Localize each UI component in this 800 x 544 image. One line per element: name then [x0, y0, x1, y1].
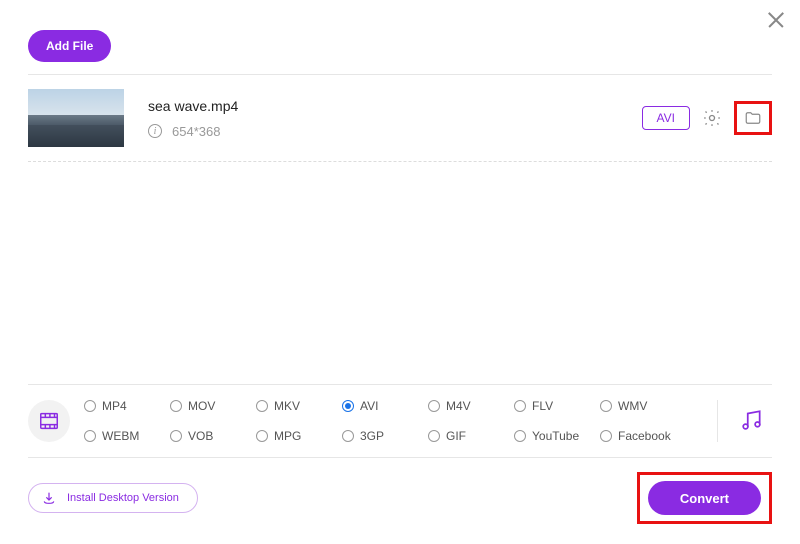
radio-icon — [170, 430, 182, 442]
music-icon[interactable] — [738, 407, 766, 435]
format-label: VOB — [188, 429, 213, 443]
format-label: M4V — [446, 399, 471, 413]
radio-icon — [600, 400, 612, 412]
radio-icon — [170, 400, 182, 412]
format-option-facebook[interactable]: Facebook — [600, 429, 686, 443]
format-option-flv[interactable]: FLV — [514, 399, 600, 413]
radio-icon — [514, 430, 526, 442]
radio-icon — [342, 430, 354, 442]
radio-icon — [256, 400, 268, 412]
radio-icon — [600, 430, 612, 442]
film-icon[interactable] — [28, 400, 70, 442]
file-name: sea wave.mp4 — [148, 98, 642, 114]
format-panel: MP4 MOV MKV AVI M4V FLV WMV WEBM VOB MPG 3GP GIF You… — [28, 384, 772, 458]
convert-button[interactable]: Convert — [648, 481, 761, 515]
format-label: MKV — [274, 399, 300, 413]
format-label: MP4 — [102, 399, 127, 413]
format-option-m4v[interactable]: M4V — [428, 399, 514, 413]
gear-icon[interactable] — [700, 106, 724, 130]
format-label: AVI — [360, 399, 378, 413]
format-option-gif[interactable]: GIF — [428, 429, 514, 443]
video-thumbnail[interactable] — [28, 89, 124, 147]
output-format-button[interactable]: AVI — [642, 106, 690, 130]
format-label: Facebook — [618, 429, 671, 443]
format-option-wmv[interactable]: WMV — [600, 399, 686, 413]
install-desktop-label: Install Desktop Version — [67, 492, 179, 504]
install-desktop-button[interactable]: Install Desktop Version — [28, 483, 198, 513]
format-option-mpg[interactable]: MPG — [256, 429, 342, 443]
format-label: WEBM — [102, 429, 139, 443]
format-option-mov[interactable]: MOV — [170, 399, 256, 413]
folder-highlight — [734, 101, 772, 135]
format-label: MPG — [274, 429, 301, 443]
format-label: WMV — [618, 399, 647, 413]
convert-highlight: Convert — [637, 472, 772, 524]
format-option-mkv[interactable]: MKV — [256, 399, 342, 413]
radio-icon — [84, 430, 96, 442]
radio-icon — [342, 400, 354, 412]
file-resolution: 654*368 — [172, 124, 220, 139]
format-label: FLV — [532, 399, 553, 413]
format-option-webm[interactable]: WEBM — [84, 429, 170, 443]
format-label: MOV — [188, 399, 215, 413]
radio-icon — [256, 430, 268, 442]
radio-icon — [428, 430, 440, 442]
divider — [717, 400, 718, 442]
format-label: YouTube — [532, 429, 579, 443]
folder-icon[interactable] — [741, 106, 765, 130]
format-label: 3GP — [360, 429, 384, 443]
radio-icon — [84, 400, 96, 412]
file-row: sea wave.mp4 i 654*368 AVI — [28, 75, 772, 162]
info-icon[interactable]: i — [148, 124, 162, 138]
radio-icon — [514, 400, 526, 412]
format-option-avi[interactable]: AVI — [342, 399, 428, 413]
format-option-3gp[interactable]: 3GP — [342, 429, 428, 443]
format-option-vob[interactable]: VOB — [170, 429, 256, 443]
close-icon[interactable] — [766, 10, 786, 30]
format-option-youtube[interactable]: YouTube — [514, 429, 600, 443]
add-file-button[interactable]: Add File — [28, 30, 111, 62]
format-label: GIF — [446, 429, 466, 443]
radio-icon — [428, 400, 440, 412]
format-option-mp4[interactable]: MP4 — [84, 399, 170, 413]
